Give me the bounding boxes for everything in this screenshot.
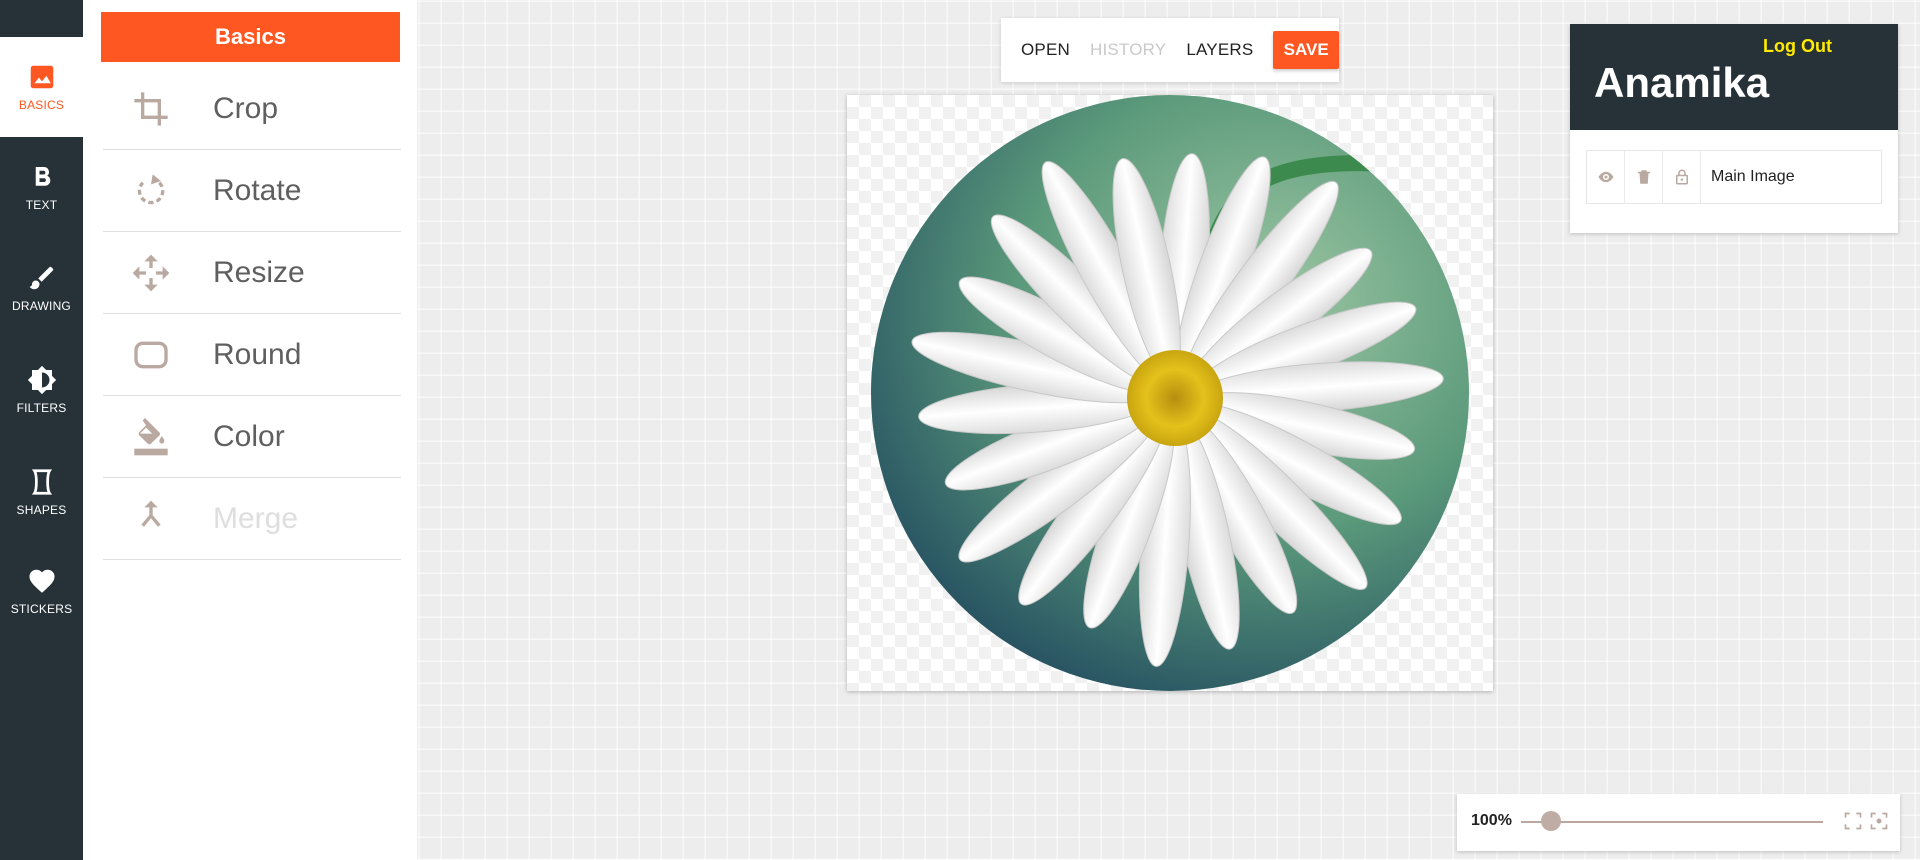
- open-button[interactable]: OPEN: [1021, 40, 1070, 60]
- layers-panel: Log Out Anamika Main Image: [1570, 24, 1898, 233]
- tool-merge[interactable]: Merge: [103, 478, 401, 560]
- sidebar-item-label: SHAPES: [16, 503, 67, 517]
- save-button[interactable]: SAVE: [1273, 31, 1339, 69]
- tool-label: Color: [213, 419, 285, 453]
- top-toolbar: OPEN HISTORY LAYERS SAVE: [1001, 18, 1339, 82]
- tool-resize[interactable]: Resize: [103, 232, 401, 314]
- main-image[interactable]: [847, 95, 1493, 691]
- editor-canvas[interactable]: [847, 95, 1493, 691]
- zoom-slider-track[interactable]: [1521, 821, 1823, 823]
- lock-icon[interactable]: [1663, 150, 1701, 204]
- round-corners-icon: [129, 333, 173, 377]
- layer-name: Main Image: [1711, 168, 1795, 185]
- tool-rotate[interactable]: Rotate: [103, 150, 401, 232]
- sidebar-item-stickers[interactable]: STICKERS: [0, 543, 83, 639]
- zoom-level: 100%: [1471, 812, 1512, 829]
- focus-center-icon[interactable]: [1869, 811, 1889, 831]
- sidebar-item-label: BASICS: [18, 98, 65, 112]
- layers-button[interactable]: LAYERS: [1186, 40, 1253, 60]
- panel-title: Basics: [101, 12, 400, 62]
- brush-icon: [27, 263, 57, 293]
- crop-icon: [129, 87, 173, 131]
- sidebar-item-label: FILTERS: [16, 401, 67, 415]
- sidebar-item-label: DRAWING: [12, 299, 71, 313]
- heart-icon: [27, 566, 57, 596]
- tool-color[interactable]: Color: [103, 396, 401, 478]
- sidebar-item-label: TEXT: [25, 198, 58, 212]
- user-name: Anamika: [1594, 59, 1770, 106]
- tool-crop[interactable]: Crop: [103, 68, 401, 150]
- sidebar-item-shapes[interactable]: SHAPES: [0, 441, 83, 543]
- zoom-bar: 100%: [1457, 794, 1900, 851]
- sidebar-item-filters[interactable]: FILTERS: [0, 339, 83, 441]
- sidebar-item-text[interactable]: TEXT: [0, 137, 83, 237]
- logout-link[interactable]: Log Out: [1763, 36, 1832, 57]
- shape-icon: [27, 467, 57, 497]
- visibility-eye-icon[interactable]: [1587, 150, 1625, 204]
- tool-label: Round: [213, 337, 302, 371]
- tool-label: Resize: [213, 255, 305, 289]
- brightness-icon: [27, 365, 57, 395]
- sidebar-item-label: STICKERS: [10, 602, 73, 616]
- resize-icon: [129, 251, 173, 295]
- tool-round[interactable]: Round: [103, 314, 401, 396]
- tool-label: Merge: [213, 501, 299, 535]
- image-icon: [27, 62, 57, 92]
- paint-bucket-icon: [129, 415, 173, 459]
- tool-label: Rotate: [213, 173, 302, 207]
- sidebar-rail: BASICS TEXT DRAWING FILTERS SHAPES STICK…: [0, 0, 83, 860]
- merge-icon: [129, 497, 173, 541]
- layer-item[interactable]: Main Image: [1586, 150, 1882, 204]
- history-button[interactable]: HISTORY: [1090, 40, 1166, 60]
- tool-label: Crop: [213, 91, 279, 125]
- bold-text-icon: [27, 162, 57, 192]
- zoom-slider-thumb[interactable]: [1541, 811, 1562, 831]
- user-header: Log Out Anamika: [1570, 24, 1898, 130]
- rotate-icon: [129, 169, 173, 213]
- sidebar-item-basics[interactable]: BASICS: [0, 37, 83, 137]
- trash-icon[interactable]: [1625, 150, 1663, 204]
- basics-panel: Basics Crop Rotate Resize Round Color Me: [83, 0, 417, 860]
- fit-screen-icon[interactable]: [1843, 811, 1863, 831]
- sidebar-item-drawing[interactable]: DRAWING: [0, 237, 83, 339]
